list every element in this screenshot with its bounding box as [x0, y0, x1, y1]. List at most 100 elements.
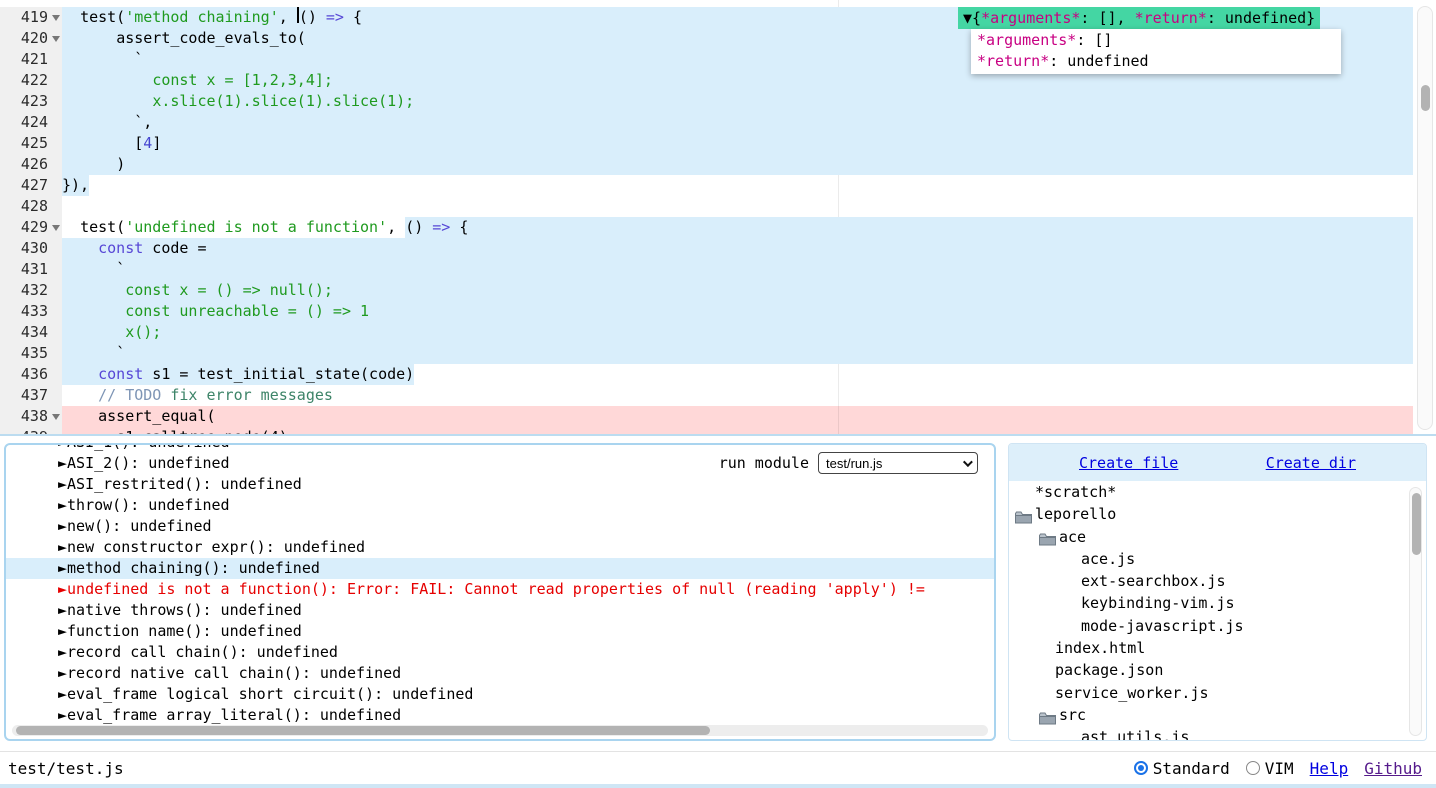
- expand-arrow-icon[interactable]: ►: [58, 559, 67, 577]
- code-line[interactable]: 431 `: [0, 259, 1413, 280]
- fold-widget-icon[interactable]: [52, 36, 60, 42]
- file-tree-item[interactable]: service_worker.js: [1009, 682, 1426, 704]
- expand-arrow-icon[interactable]: ►: [58, 685, 67, 703]
- expand-arrow-icon[interactable]: ►: [58, 517, 67, 535]
- file-tree-item[interactable]: src: [1009, 704, 1426, 726]
- code-line[interactable]: 432 const x = () => null();: [0, 280, 1413, 301]
- keybinding-standard-option[interactable]: Standard: [1134, 759, 1230, 778]
- radio-selected-icon[interactable]: [1134, 761, 1148, 775]
- code-line-content[interactable]: `: [62, 259, 1413, 280]
- code-line[interactable]: 426 ): [0, 154, 1413, 175]
- calltree-h-scrollbar[interactable]: [12, 725, 988, 736]
- code-line[interactable]: 428: [0, 196, 1413, 217]
- file-tree-item[interactable]: keybinding-vim.js: [1009, 592, 1426, 614]
- code-line[interactable]: 436 const s1 = test_initial_state(code): [0, 364, 1413, 385]
- file-tree-item[interactable]: mode-javascript.js: [1009, 615, 1426, 637]
- test-result-item[interactable]: ►ASI_restrited(): undefined: [6, 474, 994, 495]
- code-line[interactable]: 424 `,: [0, 112, 1413, 133]
- code-line[interactable]: 438 assert_equal(: [0, 406, 1413, 427]
- test-result-item[interactable]: ►record call chain(): undefined: [6, 642, 994, 663]
- code-line[interactable]: 423 x.slice(1).slice(1).slice(1);: [0, 91, 1413, 112]
- code-line-content[interactable]: ): [62, 154, 1413, 175]
- code-line-content[interactable]: x();: [62, 322, 1413, 343]
- help-link[interactable]: Help: [1310, 759, 1349, 778]
- code-line-content[interactable]: test('undefined is not a function', () =…: [62, 217, 1413, 238]
- code-line-content[interactable]: }),: [62, 175, 1413, 196]
- expand-arrow-icon[interactable]: ►: [58, 643, 67, 661]
- test-result-item[interactable]: ►eval_frame logical short circuit(): und…: [6, 684, 994, 705]
- editor-scrollbar-thumb[interactable]: [1421, 85, 1430, 111]
- github-link[interactable]: Github: [1364, 759, 1422, 778]
- expand-arrow-icon[interactable]: ►: [58, 475, 67, 493]
- fold-widget-icon[interactable]: [52, 414, 60, 420]
- test-result-item[interactable]: ►undefined is not a function(): Error: F…: [6, 579, 994, 600]
- create-file-link[interactable]: Create file: [1079, 454, 1178, 472]
- create-dir-link[interactable]: Create dir: [1266, 454, 1356, 472]
- code-line[interactable]: 435 `: [0, 343, 1413, 364]
- test-result-item[interactable]: ►method chaining(): undefined: [6, 558, 994, 579]
- file-tree-scrollbar-thumb[interactable]: [1412, 493, 1421, 555]
- test-result-item[interactable]: ►record native call chain(): undefined: [6, 663, 994, 684]
- line-number: 437: [21, 386, 48, 404]
- code-line-content[interactable]: const x = () => null();: [62, 280, 1413, 301]
- run-module-select[interactable]: test/run.js: [818, 452, 978, 474]
- code-line[interactable]: 437 // TODO fix error messages: [0, 385, 1413, 406]
- code-line[interactable]: 427}),: [0, 175, 1413, 196]
- expand-arrow-icon[interactable]: ►: [58, 706, 67, 724]
- calltree-h-scrollbar-thumb[interactable]: [16, 726, 710, 735]
- code-token: `: [116, 343, 125, 364]
- expand-arrow-icon[interactable]: ►: [58, 622, 67, 640]
- file-tree-item[interactable]: leporello: [1009, 503, 1426, 525]
- test-result-item[interactable]: ►native throws(): undefined: [6, 600, 994, 621]
- code-line[interactable]: 425 [4]: [0, 133, 1413, 154]
- file-tree-item[interactable]: ace: [1009, 526, 1426, 548]
- code-line[interactable]: 429 test('undefined is not a function', …: [0, 217, 1413, 238]
- expand-arrow-icon[interactable]: ►: [58, 538, 67, 556]
- code-line-content[interactable]: const s1 = test_initial_state(code): [62, 364, 1413, 385]
- radio-unselected-icon[interactable]: [1246, 761, 1260, 775]
- code-line[interactable]: 430 const code =: [0, 238, 1413, 259]
- expand-arrow-icon[interactable]: ►: [58, 443, 67, 451]
- code-line-content[interactable]: s1.calltree_node(4): [62, 427, 1413, 436]
- test-result-item[interactable]: ►new constructor expr(): undefined: [6, 537, 994, 558]
- code-line-content[interactable]: x.slice(1).slice(1).slice(1);: [62, 91, 1413, 112]
- line-number: 423: [21, 92, 48, 110]
- editor-scrollbar[interactable]: [1417, 6, 1433, 430]
- file-tree-item[interactable]: *scratch*: [1009, 481, 1426, 503]
- code-line[interactable]: 434 x();: [0, 322, 1413, 343]
- fold-widget-icon[interactable]: [52, 15, 60, 21]
- code-line-content[interactable]: `,: [62, 112, 1413, 133]
- expand-arrow-icon[interactable]: ►: [58, 580, 67, 598]
- file-tree-item[interactable]: ast_utils.js: [1009, 726, 1426, 741]
- code-line-content[interactable]: const code =: [62, 238, 1413, 259]
- code-line-content[interactable]: `: [62, 343, 1413, 364]
- file-tree-scrollbar[interactable]: [1409, 487, 1422, 736]
- test-result-item[interactable]: ►function name(): undefined: [6, 621, 994, 642]
- expand-arrow-icon[interactable]: ►: [58, 496, 67, 514]
- code-line-content[interactable]: assert_equal(: [62, 406, 1413, 427]
- test-result-item[interactable]: ►throw(): undefined: [6, 495, 994, 516]
- code-line-content[interactable]: [62, 196, 1413, 217]
- file-tree-item[interactable]: index.html: [1009, 637, 1426, 659]
- expand-arrow-icon[interactable]: ►: [58, 664, 67, 682]
- value-tooltip-header[interactable]: ▼{*arguments*: [], *return*: undefined}: [958, 7, 1320, 29]
- code-line-content[interactable]: // TODO fix error messages: [62, 385, 1413, 406]
- file-tree-item[interactable]: ace.js: [1009, 548, 1426, 570]
- expand-arrow-icon[interactable]: ►: [58, 454, 67, 472]
- file-tree-item[interactable]: package.json: [1009, 659, 1426, 681]
- tooltip-entry[interactable]: *arguments*: []: [971, 30, 1341, 51]
- file-tree: *scratch*leporelloaceace.jsext-searchbox…: [1009, 481, 1426, 741]
- fold-widget-icon[interactable]: [52, 225, 60, 231]
- tooltip-entry[interactable]: *return*: undefined: [971, 51, 1341, 72]
- code-token: ,: [279, 7, 297, 28]
- file-tree-item[interactable]: ext-searchbox.js: [1009, 570, 1426, 592]
- test-result-item[interactable]: ►eval_frame array_literal(): undefined: [6, 705, 994, 726]
- code-line[interactable]: 433 const unreachable = () => 1: [0, 301, 1413, 322]
- test-result-item[interactable]: ►new(): undefined: [6, 516, 994, 537]
- code-line-content[interactable]: const unreachable = () => 1: [62, 301, 1413, 322]
- code-editor[interactable]: 419 test('method chaining', () => {420 a…: [0, 0, 1436, 436]
- keybinding-vim-option[interactable]: VIM: [1246, 759, 1294, 778]
- expand-arrow-icon[interactable]: ►: [58, 601, 67, 619]
- code-line[interactable]: 439 s1.calltree_node(4): [0, 427, 1413, 436]
- code-line-content[interactable]: [4]: [62, 133, 1413, 154]
